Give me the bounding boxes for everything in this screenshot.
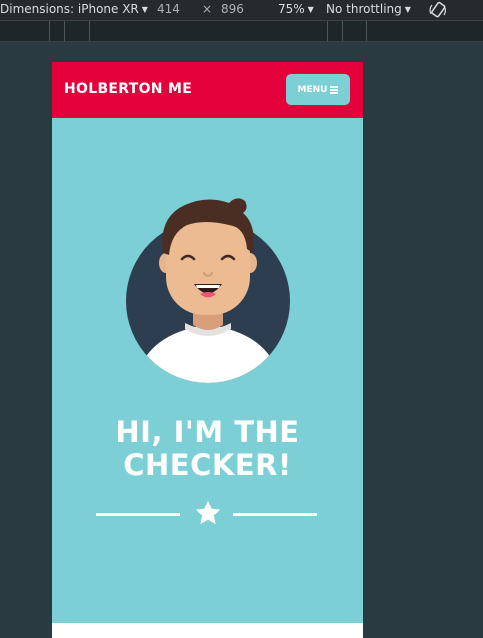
hero-headline: HI, I'M THE CHECKER! (52, 416, 363, 482)
star-icon (195, 500, 221, 525)
headline-line-1: HI, I'M THE (115, 415, 300, 449)
divider-line-right (233, 513, 317, 516)
menu-button[interactable]: MENU (286, 74, 350, 105)
chevron-down-icon: ▼ (404, 5, 411, 14)
menu-label: MENU (297, 84, 328, 95)
next-section (52, 623, 363, 638)
media-query-ruler (0, 21, 483, 42)
times-symbol: × (202, 2, 213, 16)
devtools-device-toolbar: Dimensions: iPhone XR ▼ 414 × 896 75% ▼ No… (0, 0, 483, 21)
rotate-icon[interactable] (428, 0, 448, 20)
device-selector[interactable]: Dimensions: iPhone XR ▼ (0, 2, 148, 16)
device-viewport: HOLBERTON ME MENU HI, I'M THE CHECKER! (52, 62, 363, 638)
throttle-value: No throttling (326, 2, 402, 16)
star-divider (96, 499, 320, 529)
avatar (126, 198, 290, 383)
width-input[interactable]: 414 (157, 2, 180, 16)
divider-line-left (96, 513, 180, 516)
hamburger-icon (330, 86, 339, 94)
chevron-down-icon: ▼ (141, 5, 148, 14)
site-navbar: HOLBERTON ME MENU (52, 62, 363, 118)
zoom-selector[interactable]: 75% ▼ (278, 2, 314, 16)
height-input[interactable]: 896 (221, 2, 244, 16)
site-brand[interactable]: HOLBERTON ME (64, 81, 192, 97)
throttle-selector[interactable]: No throttling ▼ (326, 2, 411, 16)
device-label: Dimensions: iPhone XR (0, 2, 139, 16)
zoom-value: 75% (278, 2, 305, 16)
chevron-down-icon: ▼ (307, 5, 314, 14)
headline-line-2: CHECKER! (123, 448, 292, 482)
